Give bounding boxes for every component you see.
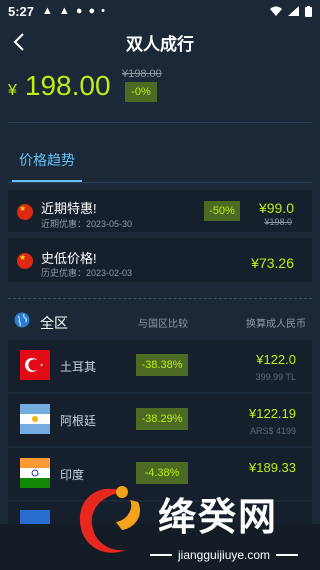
offer-title: 近期特惠! [41, 201, 97, 216]
offer-date: 历史优惠：2023-02-03 [41, 268, 133, 278]
offer-card-recent[interactable]: 近期特惠! 近期优惠：2023-05-30 -50% ¥99.0 ¥198.0 [8, 190, 312, 232]
watermark: 绛癸网 jiangguijiuye.com [72, 478, 320, 570]
watermark-bar [276, 554, 299, 556]
globe-icon [14, 312, 30, 328]
chat2-icon: ● [88, 5, 96, 17]
region-header: 全区 与国区比较 换算成人民币 [8, 306, 312, 336]
currency-symbol: ¥ [8, 82, 17, 99]
argentina-flag-icon [20, 404, 50, 434]
column-rmb-label: 换算成人民币 [246, 319, 306, 330]
tab-price-trend[interactable]: 价格趋势 [12, 138, 82, 182]
column-compare-label: 与国区比较 [138, 319, 188, 330]
current-price: ¥ 198.00 [8, 70, 111, 102]
china-flag-icon [17, 204, 33, 220]
watermark-logo-icon [79, 486, 141, 553]
offer-date: 近期优惠：2023-05-30 [41, 219, 133, 229]
status-bar: 5:27 ▲ ▲ ● ● • [0, 0, 320, 22]
country-rmb-price: ¥122.0 [256, 352, 296, 367]
country-rmb-price: ¥189.33 [249, 460, 296, 475]
divider [8, 122, 312, 123]
country-diff-badge: -38.29% [136, 408, 188, 430]
offer-title: 史低价格! [41, 251, 97, 266]
current-price-value: 198.00 [24, 70, 111, 101]
offer-original-price: ¥198.0 [264, 217, 292, 227]
country-local-price: ARS$ 4199 [249, 426, 296, 436]
dot-icon: • [101, 5, 105, 17]
original-price: ¥198.00 [122, 68, 162, 80]
watermark-bar [150, 554, 172, 556]
india-flag-icon [20, 458, 50, 488]
watermark-url: jiangguijiuye.com [150, 548, 299, 562]
offer-discount-badge: -50% [204, 201, 240, 221]
country-row-argentina[interactable]: 阿根廷 -38.29% ¥122.19 ARS$ 4199 [8, 394, 312, 446]
offer-price: ¥73.26 [251, 255, 294, 271]
wifi-icon [270, 6, 282, 16]
turkey-flag-icon [20, 350, 50, 380]
page-title: 双人成行 [126, 34, 194, 54]
chat-icon: ● [75, 5, 83, 17]
country-name: 阿根廷 [60, 414, 97, 428]
watermark-text: 绛癸网 [158, 497, 279, 539]
offer-card-lowest[interactable]: 史低价格! 历史优惠：2023-02-03 ¥73.26 [8, 238, 312, 282]
flag-icon [20, 510, 50, 524]
china-flag-icon [17, 253, 33, 269]
app-a-icon: ▲ [42, 5, 53, 17]
country-row-turkey[interactable]: 土耳其 -38.38% ¥122.0 399.99 TL [8, 340, 312, 392]
signal-icon [288, 6, 299, 16]
tab-bar: 价格趋势 [8, 138, 312, 182]
dashed-divider [8, 298, 312, 299]
discount-badge: -0% [125, 82, 157, 102]
region-label: 全区 [40, 315, 68, 331]
battery-icon [305, 5, 312, 17]
country-rmb-price: ¥122.19 [249, 406, 296, 421]
watermark-url-text: jiangguijiuye.com [178, 548, 271, 562]
app-header: 双人成行 [0, 22, 320, 62]
country-diff-badge: -38.38% [136, 354, 188, 376]
offer-price: ¥99.0 [258, 200, 294, 216]
app-a2-icon: ▲ [58, 5, 70, 17]
country-local-price: 399.99 TL [255, 372, 296, 382]
tab-divider [8, 182, 312, 183]
back-arrow-icon[interactable] [8, 30, 32, 54]
status-time: 5:27 [8, 3, 35, 19]
country-name: 土耳其 [60, 360, 97, 374]
price-summary: ¥ 198.00 ¥198.00 -0% [8, 64, 312, 110]
